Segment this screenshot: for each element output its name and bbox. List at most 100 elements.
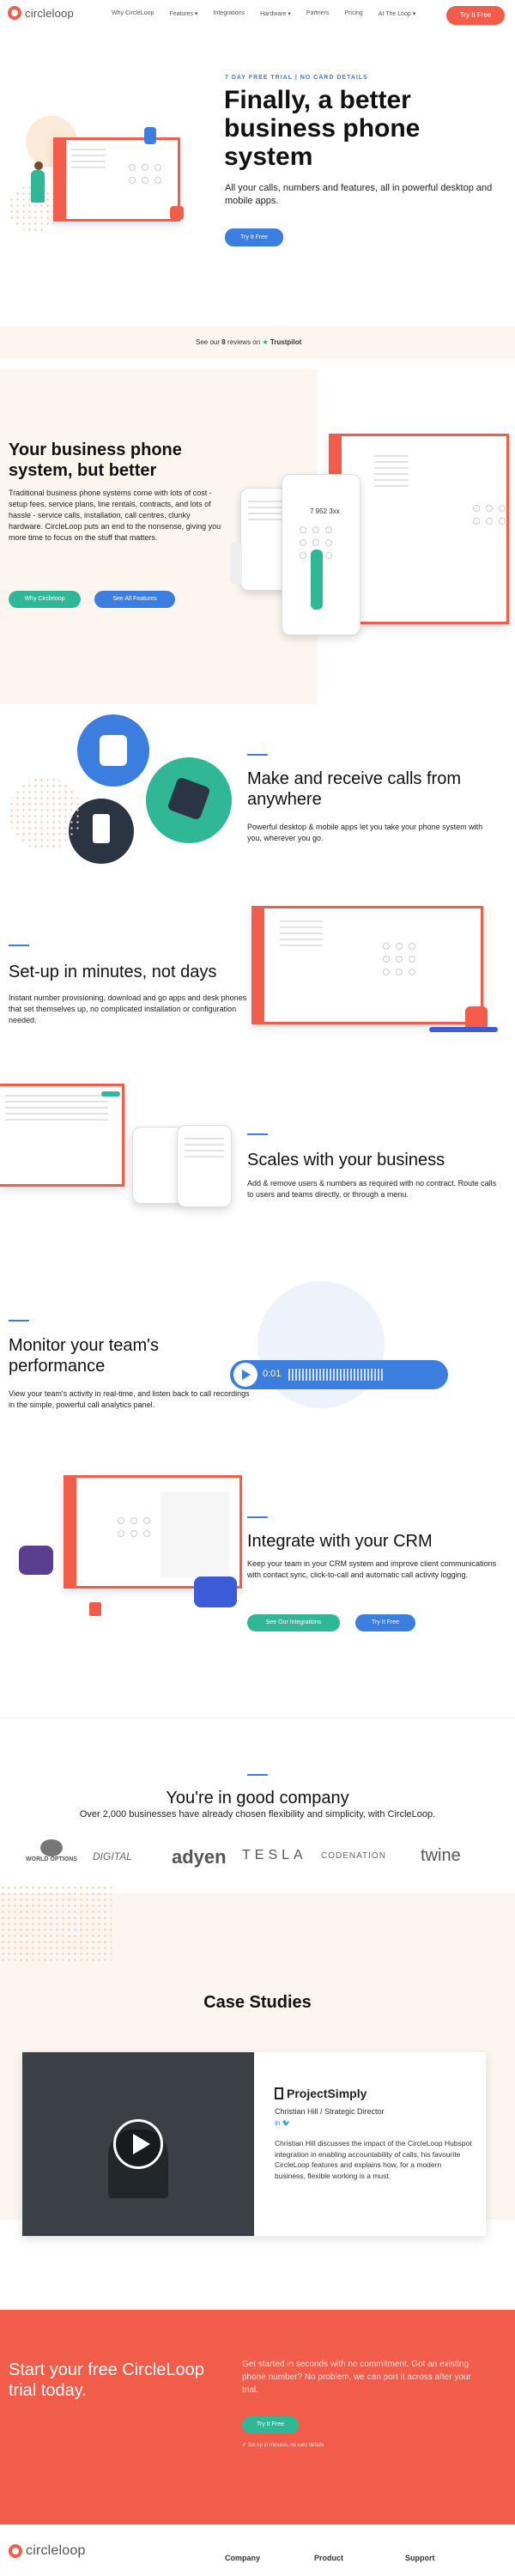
trial-note: ✔ Set up in minutes, no card details — [242, 2443, 324, 2448]
scales-body: Add & remove users & numbers as required… — [247, 1179, 497, 1199]
nav-integrations[interactable]: Integrations — [214, 10, 245, 17]
scales-phone-left — [132, 1127, 184, 1204]
trial-try-free-button[interactable]: Try It Free — [242, 2416, 299, 2433]
footer-logo[interactable]: circleloop — [9, 2543, 86, 2559]
footer-col-company: Company — [225, 2554, 261, 2562]
setup-app-screenshot — [251, 906, 483, 1024]
trustpilot-star-icon: ★ — [262, 338, 269, 346]
setup-accent-bar — [9, 945, 29, 946]
nav-pricing[interactable]: Pricing — [344, 10, 362, 17]
nav-features[interactable]: Features ▾ — [169, 10, 197, 17]
crm-try-free-button[interactable]: Try It Free — [355, 1614, 415, 1631]
man-figure-illustration — [144, 127, 156, 144]
monitor-body: View your team's activity in real-time, … — [9, 1389, 250, 1409]
logo-adyen: adyen — [172, 1846, 227, 1868]
see-all-features-button[interactable]: See All Features — [94, 591, 175, 608]
trustpilot-text[interactable]: See our 8 reviews on ★ Trustpilot — [196, 338, 301, 346]
case-person: Christian Hill / Strategic Director — [275, 2107, 385, 2116]
plant-illustration — [311, 550, 323, 610]
calls-dots-decoration — [9, 777, 82, 850]
dashboard-add-button — [101, 1091, 120, 1097]
setup-body: Instant number provisioning, download an… — [9, 993, 247, 1024]
company-accent-bar — [247, 1774, 268, 1776]
player-time: 0:01 — [263, 1369, 282, 1379]
trial-title: Start your free CircleLoop trial today. — [9, 2360, 204, 2400]
train-circle-illustration — [77, 714, 149, 787]
case-body: Christian Hill discusses the impact of t… — [275, 2139, 472, 2180]
calls-title: Make and receive calls from anywhere — [247, 769, 461, 809]
logo-world-options: WORLD OPTIONS — [24, 1839, 79, 1862]
call-recording-player[interactable]: 0:01 — [230, 1360, 448, 1389]
nav-hardware[interactable]: Hardware ▾ — [260, 10, 291, 17]
hero-title: Finally, a better business phone system — [224, 86, 421, 171]
hero-subtitle: All your calls, numbers and features, al… — [225, 183, 493, 206]
play-icon — [242, 1370, 251, 1380]
logo-digital: DIGITAL — [93, 1850, 132, 1862]
scales-phone-right — [177, 1125, 232, 1207]
play-icon — [133, 2134, 150, 2154]
scales-title: Scales with your business — [247, 1151, 445, 1170]
company-divider — [0, 1717, 515, 1718]
circleloop-logo-icon — [9, 2544, 22, 2558]
better-title: Your business phone system, but better — [9, 440, 182, 480]
logo[interactable]: circleloop — [8, 6, 74, 20]
nav-partners[interactable]: Partners — [306, 10, 329, 17]
setup-title: Set-up in minutes, not days — [9, 963, 217, 981]
hero-app-screenshot — [53, 137, 180, 222]
play-button[interactable] — [233, 1363, 258, 1387]
calls-body: Powerful desktop & mobile apps let you t… — [247, 823, 483, 842]
case-study-card: ProjectSimply Christian Hill / Strategic… — [22, 2052, 486, 2236]
header-try-free-button[interactable]: Try It Free — [446, 6, 505, 25]
coffee-cup-icon — [93, 814, 110, 843]
crm-accent-bar — [247, 1516, 268, 1518]
video-play-button[interactable] — [113, 2119, 163, 2169]
case-dots-decoration — [0, 1885, 112, 1962]
footer-col-support: Support — [405, 2554, 435, 2562]
logo-twine: twine — [421, 1846, 461, 1865]
scales-dashboard-screenshot — [0, 1084, 124, 1187]
keyboard-circle-illustration — [146, 757, 232, 843]
site-header: circleloop Why CircleLoop Features ▾ Int… — [0, 0, 515, 29]
better-body: Traditional business phone systems come … — [9, 489, 221, 542]
logo-text: circleloop — [25, 6, 74, 20]
projectsimply-logo: ProjectSimply — [275, 2087, 367, 2100]
trustpilot-suffix: reviews on — [227, 338, 261, 346]
nav-why[interactable]: Why CircleLoop — [112, 10, 154, 17]
site-footer: circleloop Company Product Support — [0, 2524, 515, 2576]
trustpilot-prefix: See our — [196, 338, 221, 346]
case-title: Case Studies — [203, 1993, 312, 2012]
woman-head-illustration — [34, 161, 43, 170]
circleloop-logo-icon — [8, 6, 21, 20]
keyboard-icon — [167, 776, 211, 821]
hero-try-free-button[interactable]: Try It Free — [225, 228, 283, 246]
woman-jumping-illustration — [19, 1546, 53, 1575]
train-icon — [100, 735, 127, 766]
calls-accent-bar — [247, 754, 268, 756]
footer-col-product: Product — [314, 2554, 344, 2562]
crm-title: Integrate with your CRM — [247, 1532, 433, 1551]
nav-loop[interactable]: At The Loop ▾ — [379, 10, 415, 17]
trustpilot-count: 8 — [221, 338, 226, 346]
main-nav: Why CircleLoop Features ▾ Integrations H… — [112, 10, 431, 17]
monitor-accent-bar — [9, 1320, 29, 1321]
crm-app-screenshot — [64, 1475, 242, 1589]
see-integrations-button[interactable]: See Our Integrations — [247, 1614, 340, 1631]
woman-figure-illustration — [31, 170, 45, 203]
check-icon: ✔ — [242, 2443, 247, 2448]
logo-codenation: CODENATION — [321, 1851, 386, 1861]
company-subtitle: Over 2,000 businesses have already chose… — [79, 1809, 436, 1820]
world-options-logo-icon — [40, 1839, 63, 1856]
crm-panel — [161, 1492, 229, 1577]
why-circleloop-button[interactable]: Why Circleloop — [9, 591, 81, 608]
case-social-icons[interactable]: in 🐦 — [275, 2119, 290, 2127]
scales-accent-bar — [247, 1133, 268, 1135]
phone-number-display: 7 952 3xx — [310, 507, 340, 515]
case-video[interactable] — [22, 2052, 254, 2236]
projectsimply-logo-icon — [275, 2087, 283, 2099]
monitor-title: Monitor your team's performance — [9, 1336, 159, 1376]
waveform-icon — [288, 1369, 383, 1381]
laptop-illustration — [429, 1027, 498, 1032]
trial-body: Get started in seconds with no commitmen… — [242, 2360, 471, 2395]
trustpilot-brand: Trustpilot — [270, 338, 302, 346]
trustpilot-bar: See our 8 reviews on ★ Trustpilot — [0, 326, 515, 359]
